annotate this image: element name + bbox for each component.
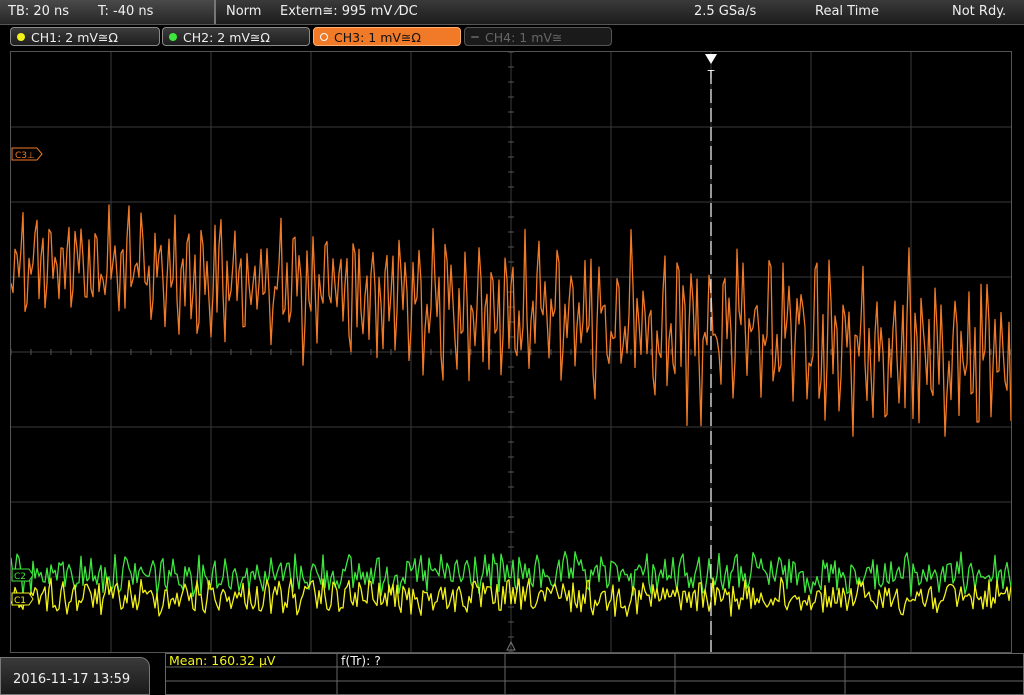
trigger-marker-label: T <box>707 68 715 81</box>
trigger-mode[interactable]: Norm <box>226 0 261 24</box>
trigger-source[interactable]: Extern≅: 995 mV ⁄DC <box>280 0 418 24</box>
sample-rate[interactable]: 2.5 GSa/s <box>694 0 756 24</box>
status-bar: TB: 20 ns T: -40 ns Norm Extern≅: 995 mV… <box>0 0 1024 25</box>
acquisition-status: Not Rdy. <box>952 4 1007 19</box>
measurement-table[interactable]: Mean: 160.32 μV f(Tr): ? <box>165 653 1024 695</box>
channel-2-reference-marker[interactable]: C2 <box>11 568 34 582</box>
date-time-readout: 2016-11-17 13:59 <box>13 672 131 687</box>
channel-3-color-icon <box>320 33 328 41</box>
channel-2-label: CH2: 2 mV≅Ω <box>183 30 270 45</box>
date-time-panel[interactable]: 2016-11-17 13:59 <box>0 657 150 695</box>
channel-2-reference-label: C2 <box>14 572 26 582</box>
channel-3-reference-label: C3⊥ <box>15 151 35 161</box>
acquisition-mode[interactable]: Real Time <box>815 0 879 24</box>
channel-1-button[interactable]: CH1: 2 mV≅Ω <box>10 27 160 46</box>
channel-4-label: CH4: 1 mV≅ <box>485 30 563 45</box>
measurement-bar: 2016-11-17 13:59 Mean: 160.32 μV f(Tr): … <box>0 653 1024 695</box>
channel-3-reference-marker[interactable]: C3⊥ <box>11 147 43 161</box>
channel-4-off-icon <box>471 36 479 38</box>
waveform-display[interactable]: T C3⊥ C2 C1 <box>10 51 1012 653</box>
channel-3-label: CH3: 1 mV≅Ω <box>334 30 421 45</box>
channel-2-button[interactable]: CH2: 2 mV≅Ω <box>162 27 310 46</box>
trigger-position-icon[interactable] <box>705 54 717 64</box>
trigger-offset-readout[interactable]: T: -40 ns <box>98 0 153 24</box>
channel-bar: CH1: 2 mV≅Ω CH2: 2 mV≅Ω CH3: 1 mV≅Ω CH4:… <box>0 25 1024 49</box>
mean-measurement: Mean: 160.32 μV <box>169 653 276 668</box>
channel-3-button[interactable]: CH3: 1 mV≅Ω <box>313 27 461 46</box>
channel-1-color-icon <box>17 33 25 41</box>
channel-1-label: CH1: 2 mV≅Ω <box>31 30 118 45</box>
channel-1-reference-label: C1 <box>14 596 26 606</box>
timebase-readout[interactable]: TB: 20 ns <box>8 0 69 24</box>
channel-1-reference-marker[interactable]: C1 <box>11 592 34 606</box>
timebase-panel[interactable]: TB: 20 ns T: -40 ns <box>0 0 216 24</box>
channel-4-button[interactable]: CH4: 1 mV≅ <box>464 27 612 46</box>
channel-2-color-icon <box>169 33 177 41</box>
frequency-measurement: f(Tr): ? <box>341 653 381 668</box>
